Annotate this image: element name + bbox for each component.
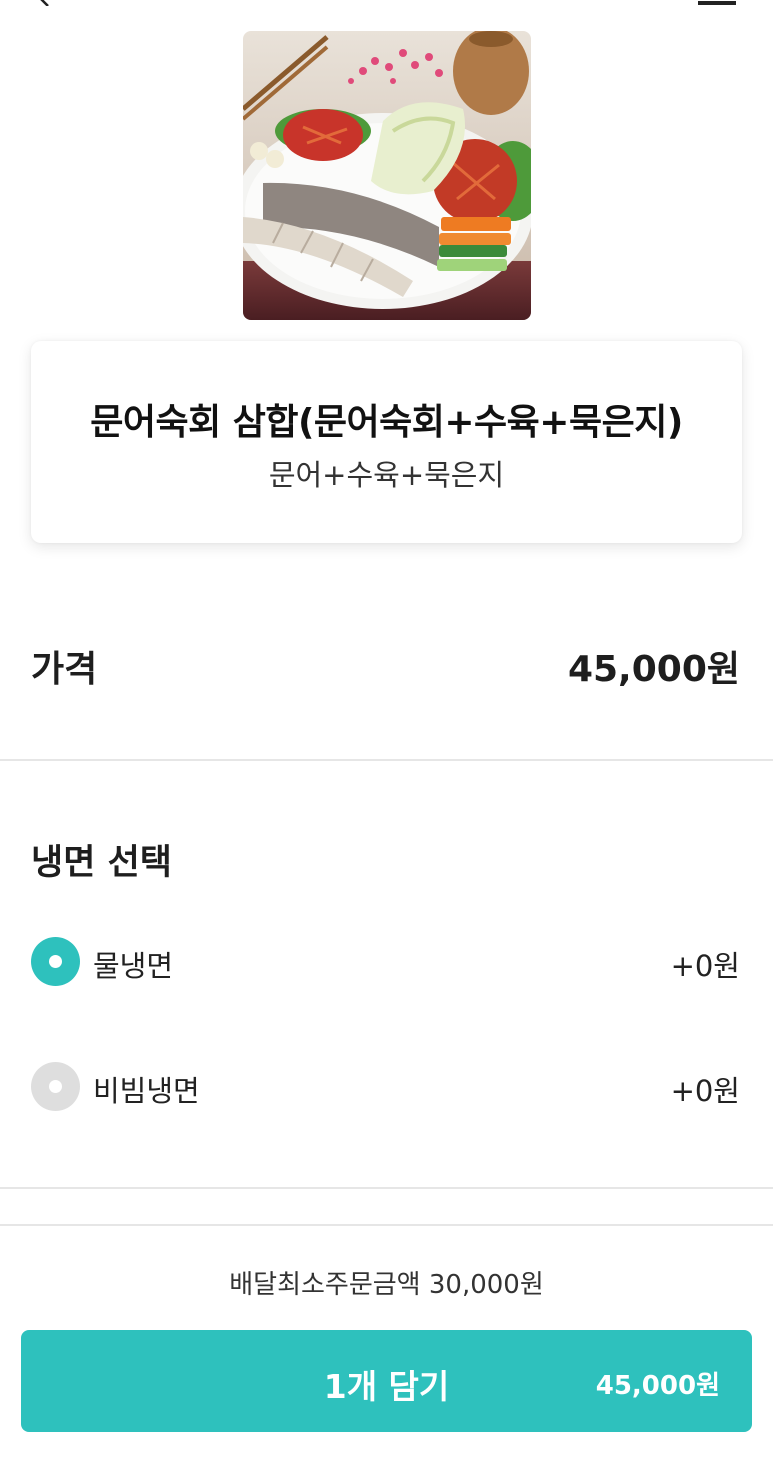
menu-description: 문어+수육+묵은지 [268,458,505,492]
option-label: 비빔냉면 [93,1074,200,1108]
top-nav [0,0,773,12]
option-group-title: 냉면 선택 [31,843,172,883]
min-order-amount: 배달최소주문금액 30,000원 [229,1270,544,1300]
price-row: 가격 45,000원 [31,640,740,690]
divider [0,1224,773,1226]
radio-unselected[interactable] [31,1062,80,1111]
add-to-cart-price: 45,000원 [595,1371,720,1401]
radio-selected[interactable] [31,937,80,986]
option-label: 물냉면 [93,949,174,983]
menu-name: 문어숙회 삼합(문어숙회+수육+묵은지) [90,402,683,443]
price-label: 가격 [31,649,98,690]
price-value: 45,000원 [567,649,740,690]
option-mul-naengmyeon[interactable]: 물냉면 +0원 [31,936,740,988]
chevron-left-icon[interactable] [36,0,52,6]
divider [0,759,773,761]
menu-icon[interactable] [698,0,736,6]
add-to-cart-button[interactable]: 1개 담기 45,000원 [21,1330,752,1432]
menu-title-card: 문어숙회 삼합(문어숙회+수육+묵은지) 문어+수육+묵은지 [31,341,742,543]
option-bibim-naengmyeon[interactable]: 비빔냉면 +0원 [31,1061,740,1113]
divider [0,1187,773,1189]
option-price: +0원 [670,1074,740,1108]
option-price: +0원 [670,949,740,983]
menu-photo [243,31,531,320]
